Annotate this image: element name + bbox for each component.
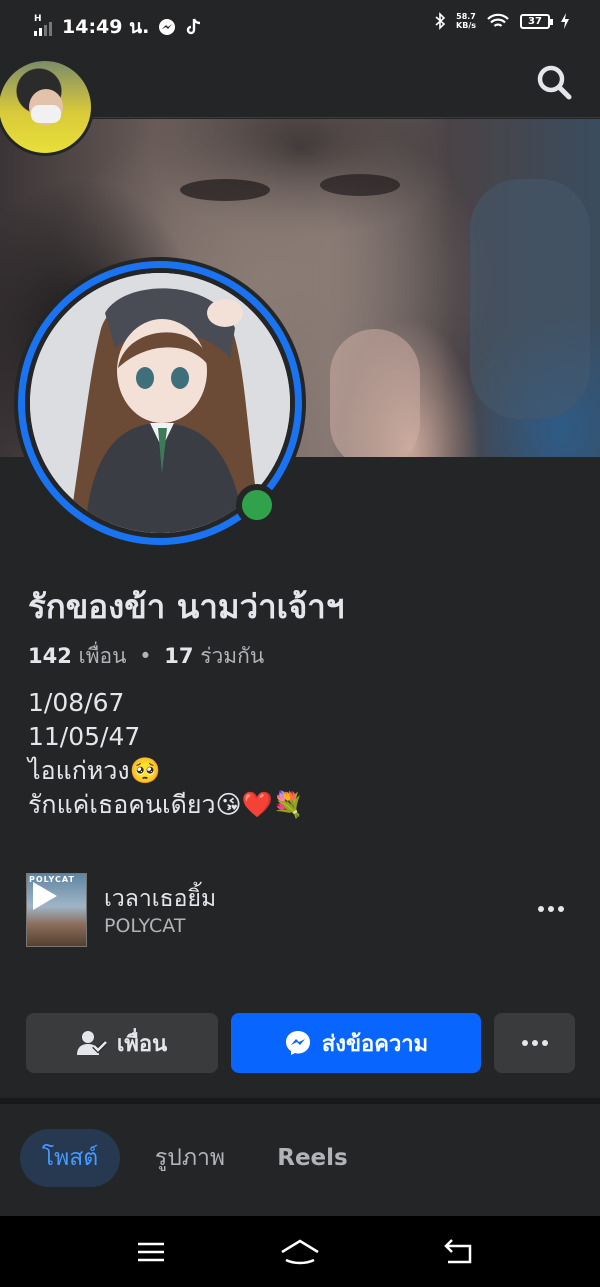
bio-line: 11/05/47 xyxy=(28,722,141,751)
profile-name: รักของข้า นามว่าเจ้าฯ xyxy=(28,587,345,626)
menu-icon[interactable] xyxy=(130,1236,170,1268)
mutual-label: ร่วมกัน xyxy=(200,644,265,668)
tab-posts[interactable]: โพสต์ xyxy=(20,1129,120,1187)
home-icon[interactable] xyxy=(280,1236,320,1268)
network-type: H xyxy=(34,14,42,24)
net-speed: 58.7 KB/s xyxy=(456,12,476,30)
bio-line: 1/08/67 xyxy=(28,688,125,717)
more-dots-icon xyxy=(521,1040,528,1046)
tab-reels[interactable]: Reels xyxy=(265,1129,360,1187)
system-nav-bar xyxy=(0,1216,600,1287)
mutual-count: 17 xyxy=(164,644,194,668)
music-more-icon[interactable] xyxy=(536,899,566,919)
song-artist: POLYCAT xyxy=(104,915,186,937)
song-title: เวลาเธอยิ้ม xyxy=(104,886,217,912)
messenger-icon xyxy=(285,1031,310,1055)
signal-icon: H xyxy=(34,14,52,36)
net-speed-unit: KB/s xyxy=(456,21,476,30)
bluetooth-icon xyxy=(435,12,446,30)
online-status-indicator xyxy=(236,484,278,526)
messenger-icon xyxy=(159,19,176,35)
wifi-icon xyxy=(487,13,509,27)
net-speed-value: 58.7 xyxy=(456,12,476,21)
friends-label: เพื่อน xyxy=(78,644,127,668)
album-art[interactable]: POLYCAT xyxy=(26,873,87,947)
tiktok-icon xyxy=(187,18,201,35)
status-bar: H 14:49 น. 58.7 KB/s 37 xyxy=(0,0,600,46)
message-button-label: ส่งข้อความ xyxy=(321,1031,429,1057)
search-icon[interactable] xyxy=(534,62,574,102)
back-icon[interactable] xyxy=(438,1236,478,1268)
bio-line: รักแค่เธอคนเดียว😘❤️💐 xyxy=(28,790,304,819)
bio-line: ไอแก่หวง🥺 xyxy=(28,756,161,785)
tab-photos[interactable]: รูปภาพ xyxy=(140,1129,240,1187)
play-icon[interactable] xyxy=(33,882,57,910)
friend-check-icon xyxy=(76,1031,107,1055)
status-right: 58.7 KB/s 37 xyxy=(434,12,570,30)
status-time: 14:49 น. xyxy=(62,16,150,38)
status-left: H 14:49 น. xyxy=(34,12,203,42)
friends-button-label: เพื่อน xyxy=(116,1031,168,1057)
friends-count: 142 xyxy=(28,644,72,668)
battery-icon: 37 xyxy=(520,13,553,29)
profile-bio: 1/08/67 11/05/47 ไอแก่หวง🥺 รักแค่เธอคนเด… xyxy=(28,686,304,822)
profile-music[interactable]: POLYCAT เวลาเธอยิ้ม POLYCAT xyxy=(26,873,576,947)
section-divider xyxy=(0,1098,600,1104)
profile-picture[interactable] xyxy=(14,257,306,549)
friends-button[interactable]: เพื่อน xyxy=(26,1013,218,1073)
story-avatar[interactable] xyxy=(0,58,94,156)
message-button[interactable]: ส่งข้อความ xyxy=(231,1013,481,1073)
charging-icon xyxy=(561,13,569,29)
stats-separator: • xyxy=(139,644,152,668)
friend-stats[interactable]: 142 เพื่อน • 17 ร่วมกัน xyxy=(28,640,264,673)
more-options-button[interactable] xyxy=(494,1013,575,1073)
